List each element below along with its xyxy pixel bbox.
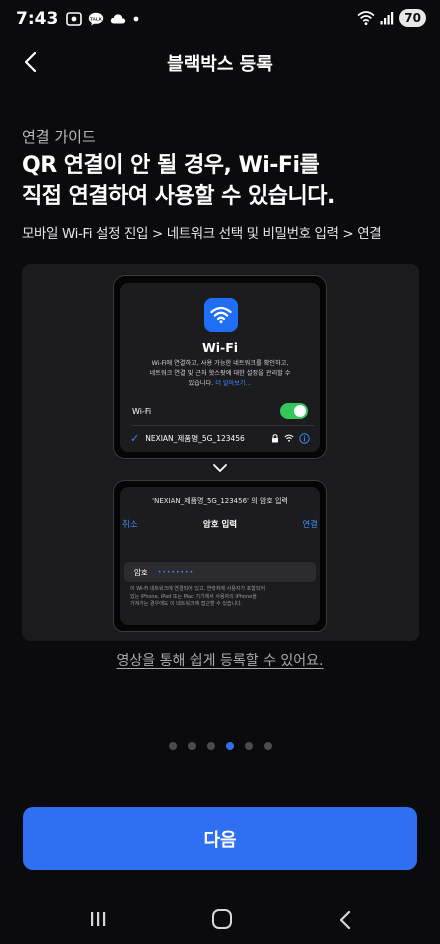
recent-apps-icon[interactable] bbox=[89, 910, 107, 928]
join-label: 연결 bbox=[302, 520, 318, 530]
wifi-settings-app-icon bbox=[204, 298, 238, 332]
page-dot bbox=[169, 742, 177, 750]
page-title: 블랙박스 등록 bbox=[167, 54, 273, 75]
cell-signal-icon bbox=[380, 12, 394, 25]
page-dot bbox=[264, 742, 272, 750]
wifi-toggle-row: Wi-Fi bbox=[132, 401, 308, 421]
wifi-screen-title: Wi-Fi bbox=[201, 340, 239, 355]
cloud-icon bbox=[111, 14, 126, 24]
password-field-mock: 암호 •••••••• bbox=[124, 562, 316, 582]
network-name: NEXIAN_제품명_5G_123456 bbox=[145, 433, 245, 443]
notification-dot-icon bbox=[133, 16, 139, 22]
video-guide-link[interactable]: 영상을 통해 쉽게 등록할 수 있어요. bbox=[0, 650, 440, 670]
password-field-value: •••••••• bbox=[157, 568, 195, 576]
page-dot bbox=[188, 742, 196, 750]
page-indicator bbox=[169, 742, 272, 750]
password-nav-bar: 취소 암호 입력 연결 bbox=[120, 518, 320, 532]
guide-steps: 모바일 Wi-Fi 설정 진입 > 네트워크 선택 및 비밀번호 입력 > 연결 bbox=[22, 226, 382, 242]
password-field-label: 암호 bbox=[134, 567, 148, 577]
password-note: 이 Wi-Fi 네트워크에 연결되어 있고, 연락처에 사용자가 포함되어 있는… bbox=[130, 586, 308, 609]
guide-headline: QR 연결이 안 될 경우, Wi-Fi를 직접 연결하여 사용할 수 있습니다… bbox=[22, 150, 422, 212]
checkmark-icon: ✓ bbox=[130, 431, 140, 445]
app-header: 블랙박스 등록 bbox=[0, 40, 440, 84]
divider bbox=[132, 425, 314, 426]
page-dot bbox=[207, 742, 215, 750]
password-note-line-1: 이 Wi-Fi 네트워크에 연결되어 있고, 연락처에 사용자가 포함되어 bbox=[130, 586, 266, 592]
selected-network-row: ✓ NEXIAN_제품명_5G_123456 bbox=[130, 430, 310, 446]
wifi-strength-icon bbox=[284, 434, 294, 442]
status-time: 7:43 bbox=[16, 9, 59, 29]
screen-record-icon bbox=[66, 12, 83, 26]
battery-icon: 70 bbox=[399, 9, 426, 27]
network-status-icons bbox=[271, 432, 310, 444]
status-bar: 7:43 TALK 70 bbox=[0, 0, 440, 38]
system-back-icon[interactable] bbox=[337, 910, 353, 930]
password-entry-screen: 'NEXIAN_제품명_5G_123456' 의 암호 입력 취소 암호 입력 … bbox=[120, 487, 320, 625]
wifi-desc-line-2: 네트워크 연결 및 근처 핫스팟에 대한 설정을 관리할 수 bbox=[149, 370, 291, 377]
guide-illustration-card: Wi-Fi Wi-Fi에 연결하고, 사용 가능한 네트워크를 확인하고, 네트… bbox=[22, 264, 419, 641]
password-heading: 암호 입력 bbox=[202, 520, 238, 530]
system-navigation-bar bbox=[0, 896, 440, 944]
home-icon[interactable] bbox=[212, 909, 232, 929]
guide-label: 연결 가이드 bbox=[22, 128, 96, 146]
lock-icon bbox=[272, 433, 278, 442]
password-note-line-3: 가져가는 경우에도 이 네트워크에 접근할 수 있습니다. bbox=[130, 601, 243, 607]
svg-text:TALK: TALK bbox=[90, 16, 102, 21]
wifi-icon bbox=[210, 306, 232, 324]
wifi-settings-phone-mockup: Wi-Fi Wi-Fi에 연결하고, 사용 가능한 네트워크를 확인하고, 네트… bbox=[113, 275, 327, 459]
next-button[interactable]: 다음 bbox=[23, 807, 417, 870]
page-dot-active bbox=[226, 742, 234, 750]
wifi-desc-line-3-text: 있습니다. bbox=[188, 380, 214, 387]
chevron-down-icon bbox=[213, 464, 227, 472]
wifi-desc-line-1: Wi-Fi에 연결하고, 사용 가능한 네트워크를 확인하고, bbox=[151, 360, 289, 367]
status-right-icons: 70 bbox=[357, 9, 426, 27]
kakaotalk-icon: TALK bbox=[89, 12, 104, 26]
learn-more-link: 더 알아보기... bbox=[215, 380, 252, 387]
wifi-toggle-label: Wi-Fi bbox=[132, 406, 152, 416]
password-entry-phone-mockup: 'NEXIAN_제품명_5G_123456' 의 암호 입력 취소 암호 입력 … bbox=[113, 480, 327, 632]
status-left-icons: TALK bbox=[66, 12, 140, 26]
wifi-desc-line-3: 있습니다. 더 알아보기... bbox=[132, 379, 308, 389]
wifi-toggle-switch bbox=[280, 403, 308, 419]
headline-line-2: 직접 연결하여 사용할 수 있습니다. bbox=[22, 184, 335, 209]
headline-line-1: QR 연결이 안 될 경우, Wi-Fi를 bbox=[22, 153, 320, 178]
page-dot bbox=[245, 742, 253, 750]
wifi-settings-screen: Wi-Fi Wi-Fi에 연결하고, 사용 가능한 네트워크를 확인하고, 네트… bbox=[120, 283, 320, 452]
password-prompt-title: 'NEXIAN_제품명_5G_123456' 의 암호 입력 bbox=[152, 497, 288, 505]
info-icon bbox=[299, 432, 310, 444]
password-note-line-2: 있는 iPhone, iPad 또는 Mac 기기에서 사용자의 iPhone을 bbox=[130, 593, 257, 600]
wifi-screen-description: Wi-Fi에 연결하고, 사용 가능한 네트워크를 확인하고, 네트워크 연결 … bbox=[132, 359, 308, 389]
wifi-signal-icon bbox=[357, 11, 375, 25]
